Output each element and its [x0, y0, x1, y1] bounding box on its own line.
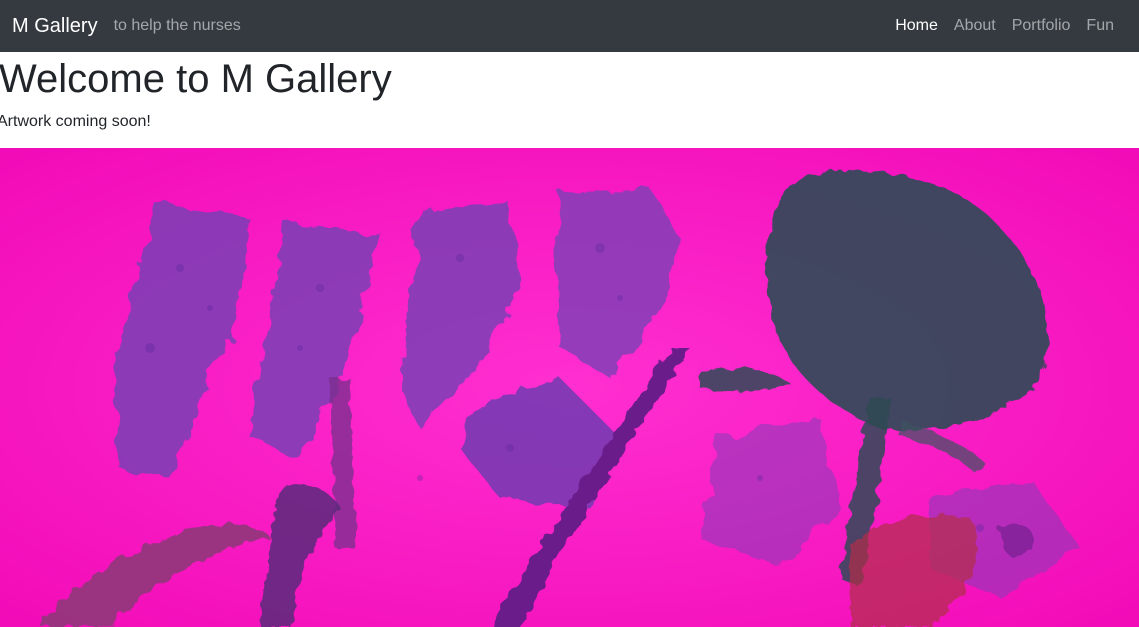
nav-portfolio-link[interactable]: Portfolio	[1012, 17, 1071, 35]
nav-about-link[interactable]: About	[954, 17, 996, 35]
main-content: Welcome to M Gallery Artwork coming soon…	[0, 52, 1139, 131]
top-navbar: M Gallery to help the nurses Home About …	[0, 0, 1139, 52]
page-subtitle: Artwork coming soon!	[0, 113, 151, 130]
nav-links: Home About Portfolio Fun	[895, 17, 1127, 35]
page-title: Welcome to M Gallery	[0, 57, 392, 101]
nav-home-link[interactable]: Home	[895, 17, 938, 35]
abstract-painting-icon	[0, 148, 1139, 627]
artwork-image	[0, 148, 1139, 627]
brand-link[interactable]: M Gallery	[12, 15, 98, 38]
nav-fun-link[interactable]: Fun	[1086, 17, 1114, 35]
brand-tagline: to help the nurses	[113, 17, 241, 34]
